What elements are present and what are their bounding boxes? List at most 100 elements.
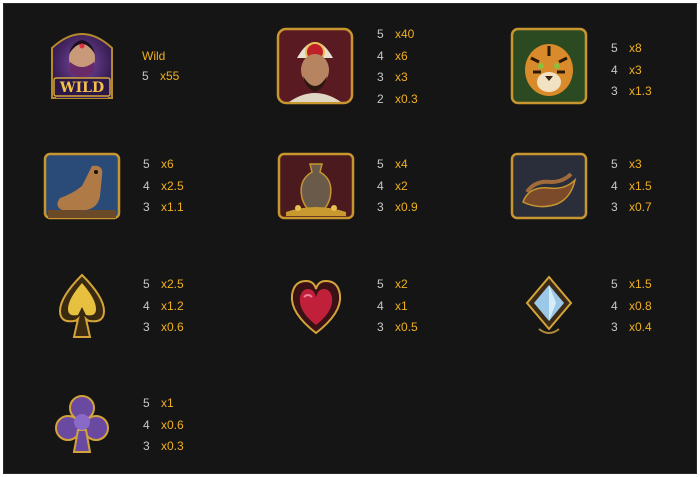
pay-count: 5 xyxy=(143,396,150,410)
pay-count: 5 xyxy=(611,277,618,291)
pay-count: 4 xyxy=(377,48,384,63)
pay-row: 3 x3 xyxy=(377,67,418,89)
pay-count: 5 xyxy=(377,277,384,291)
pay-multiplier: x2 xyxy=(395,178,408,193)
pay-count: 3 xyxy=(143,320,150,334)
pay-count: 4 xyxy=(143,298,150,313)
pay-count: 4 xyxy=(377,298,384,313)
pay-row: 3 x0.4 xyxy=(611,317,652,339)
sultan-pays: 5 x40 4 x6 3 x3 2 x0.3 xyxy=(377,24,418,110)
pay-row: 5 x40 xyxy=(377,24,418,46)
pay-multiplier: x0.3 xyxy=(395,91,418,106)
pay-row: 4 x3 xyxy=(611,60,652,82)
pay-row: 5 x1 xyxy=(143,393,184,415)
pay-multiplier: x1.5 xyxy=(629,178,652,193)
pay-multiplier: x8 xyxy=(629,41,642,55)
pay-multiplier: x3 xyxy=(395,70,408,84)
pay-multiplier: x2 xyxy=(395,277,408,291)
pay-count: 3 xyxy=(611,320,618,334)
pay-multiplier: x1.3 xyxy=(629,84,652,98)
spade-pays: 5 x2.5 4 x1.2 3 x0.6 xyxy=(143,274,184,339)
pay-multiplier: x0.3 xyxy=(161,439,184,453)
pay-multiplier: x0.8 xyxy=(629,298,652,313)
wild-icon-text: WILD xyxy=(59,80,104,96)
pay-row: 4 x1 xyxy=(377,296,418,318)
pay-multiplier: x2.5 xyxy=(161,178,184,193)
tiger-icon xyxy=(509,26,589,106)
pay-count: 4 xyxy=(611,298,618,313)
pay-row: 3 x0.9 xyxy=(377,197,418,219)
pay-row: 5 x2.5 xyxy=(143,274,184,296)
pay-count: 3 xyxy=(143,439,150,453)
pay-count: 3 xyxy=(143,200,150,214)
pay-multiplier: x0.5 xyxy=(395,320,418,334)
pay-row: 5 x8 xyxy=(611,38,652,60)
pay-multiplier: x0.7 xyxy=(629,200,652,214)
pay-row: 4 x6 xyxy=(377,46,418,68)
pay-count: 3 xyxy=(377,70,384,84)
pay-count: 5 xyxy=(611,41,618,55)
pay-count: 4 xyxy=(143,417,150,432)
heart-pays: 5 x2 4 x1 3 x0.5 xyxy=(377,274,418,339)
pay-row: 5 x3 xyxy=(611,154,652,176)
pay-count: 3 xyxy=(611,84,618,98)
pay-row: 4 x1.2 xyxy=(143,296,184,318)
pay-row: 3 x1.1 xyxy=(143,197,184,219)
pay-count: 5 xyxy=(142,69,149,83)
pay-row: 3 x0.6 xyxy=(143,317,184,339)
pay-count: 4 xyxy=(143,178,150,193)
pay-multiplier: x4 xyxy=(395,157,408,171)
pay-row: 5 x1.5 xyxy=(611,274,652,296)
wild-icon: WILD xyxy=(42,24,122,104)
pay-row: 5 x6 xyxy=(143,154,184,176)
vase-icon xyxy=(276,146,356,226)
pay-multiplier: x40 xyxy=(395,27,415,41)
pay-count: 3 xyxy=(377,200,384,214)
pay-multiplier: x1 xyxy=(161,396,174,410)
pay-multiplier: x6 xyxy=(161,157,174,171)
pay-multiplier: x0.6 xyxy=(161,320,184,334)
spade-icon xyxy=(42,267,122,347)
pay-row: 5 x4 xyxy=(377,154,418,176)
pay-multiplier: x1.2 xyxy=(161,298,184,313)
tiger-pays: 5 x8 4 x3 3 x1.3 xyxy=(611,38,652,103)
slippers-icon xyxy=(509,146,589,226)
pay-multiplier: x2.5 xyxy=(161,277,184,291)
pay-row: 4 x1.5 xyxy=(611,176,652,198)
pay-count: 5 xyxy=(377,157,384,171)
pay-row: 3 x0.5 xyxy=(377,317,418,339)
diamond-icon xyxy=(509,267,589,347)
vase-pays: 5 x4 4 x2 3 x0.9 xyxy=(377,154,418,219)
pay-count: 2 xyxy=(377,91,384,106)
pay-multiplier: x3 xyxy=(629,62,642,77)
pay-multiplier: x0.4 xyxy=(629,320,652,334)
pay-multiplier: x6 xyxy=(395,48,408,63)
pay-multiplier: x1.5 xyxy=(629,277,652,291)
wild-pays: Wild 5 x55 xyxy=(142,46,179,88)
slippers-pays: 5 x3 4 x1.5 3 x0.7 xyxy=(611,154,652,219)
pay-row: 4 x2.5 xyxy=(143,176,184,198)
pay-row: 4 x2 xyxy=(377,176,418,198)
pay-row: 4 x0.8 xyxy=(611,296,652,318)
pay-count: 5 xyxy=(377,27,384,41)
pay-count: 3 xyxy=(377,320,384,334)
pay-row: 2 x0.3 xyxy=(377,89,418,111)
pay-row: 3 x1.3 xyxy=(611,81,652,103)
pay-count: 4 xyxy=(611,62,618,77)
pay-row: 3 x0.7 xyxy=(611,197,652,219)
pay-multiplier: x1.1 xyxy=(161,200,184,214)
club-icon xyxy=(42,386,122,466)
pay-row: 5 x55 xyxy=(142,66,179,88)
club-pays: 5 x1 4 x0.6 3 x0.3 xyxy=(143,393,184,458)
pay-multiplier: x3 xyxy=(629,157,642,171)
pay-count: 3 xyxy=(611,200,618,214)
sultan-icon xyxy=(275,26,355,106)
pay-count: 5 xyxy=(611,157,618,171)
pay-count: 5 xyxy=(143,157,150,171)
pay-count: 5 xyxy=(143,277,150,291)
wild-label: Wild xyxy=(142,49,166,63)
pay-row: 3 x0.3 xyxy=(143,436,184,458)
camel-icon xyxy=(42,146,122,226)
pay-multiplier: x55 xyxy=(160,69,180,83)
pay-multiplier: x0.6 xyxy=(161,417,184,432)
